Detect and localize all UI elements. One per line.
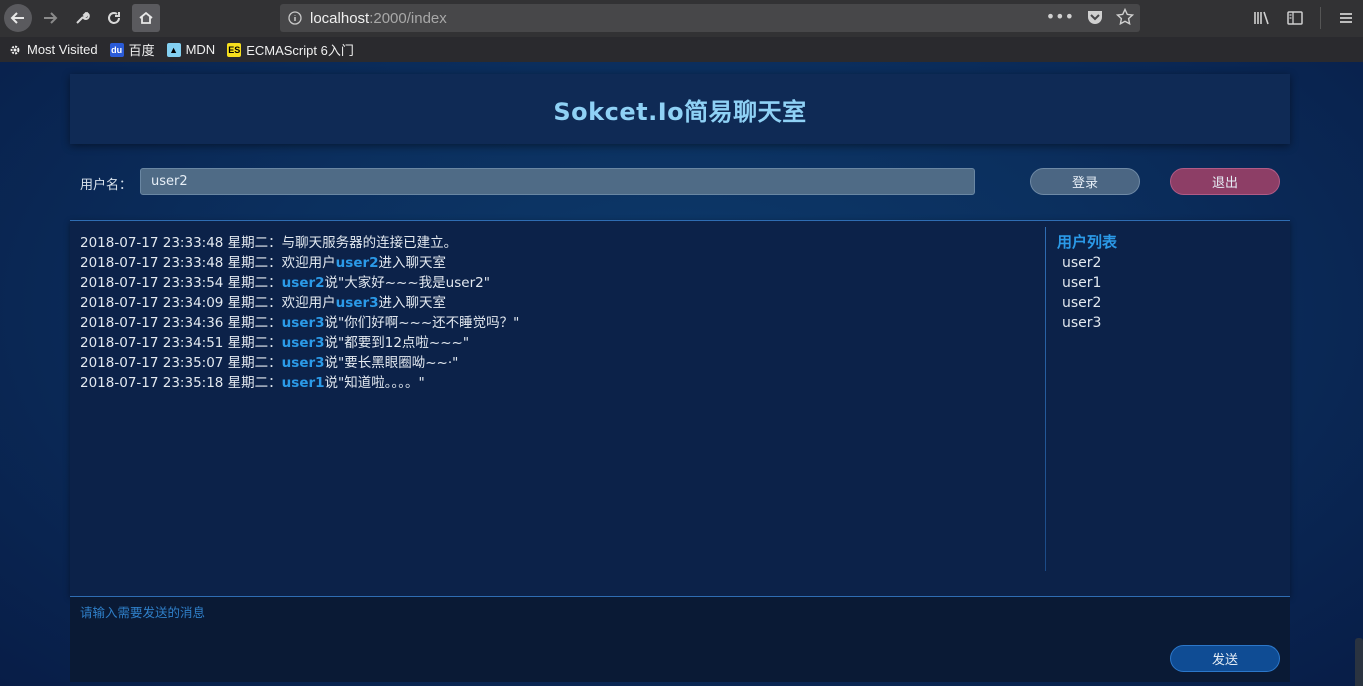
bookmark-label: ECMAScript 6入门 (246, 43, 354, 58)
page-title: Sokcet.Io简易聊天室 (553, 97, 807, 126)
message-row: 2018-07-17 23:33:48 星期二：与聊天服务器的连接已建立。 (80, 233, 1040, 253)
url-bar[interactable]: localhost:2000/index ••• (280, 4, 1140, 32)
message-composer[interactable]: 请输入需要发送的消息 发送 (70, 596, 1290, 682)
message-user: user2 (335, 255, 379, 271)
message-row: 2018-07-17 23:33:48 星期二：欢迎用户user2进入聊天室 (80, 253, 1040, 273)
gear-icon (10, 45, 20, 54)
message-text: 说"都要到12点啦~~~" (324, 335, 470, 351)
bookmark-label: Most Visited (27, 42, 98, 57)
user-list-item: user2 (1062, 295, 1102, 311)
user-list-item: user3 (1062, 315, 1102, 331)
message-time: 2018-07-17 23:34:09 星期二： (80, 295, 282, 311)
message-text: 说"要长黑眼圈呦~~·" (324, 355, 459, 371)
username-value: user2 (151, 174, 188, 189)
panel-divider (1045, 227, 1046, 571)
reload-icon (108, 12, 120, 24)
star-icon[interactable] (1116, 8, 1134, 26)
message-time: 2018-07-17 23:35:18 星期二： (80, 375, 282, 391)
message-prefix: 欢迎用户 (281, 295, 336, 311)
login-button[interactable]: 登录 (1030, 168, 1140, 195)
url-path: :2000/index (369, 9, 447, 27)
chat-page: Sokcet.Io简易聊天室 用户名： user2 登录 退出 2018-07-… (0, 62, 1363, 686)
wrench-icon (76, 11, 90, 24)
arrow-left-icon (10, 12, 24, 24)
logout-button[interactable]: 退出 (1170, 168, 1280, 195)
info-icon[interactable] (280, 11, 310, 25)
url-actions: ••• (1046, 8, 1134, 26)
message-text: 与聊天服务器的连接已建立。 (281, 235, 458, 251)
message-text: 进入聊天室 (378, 295, 447, 311)
home-icon (139, 11, 153, 24)
browser-chrome: localhost:2000/index ••• Most Visited du… (0, 0, 1363, 62)
message-time: 2018-07-17 23:33:48 星期二： (80, 235, 282, 251)
library-icon[interactable] (1252, 9, 1270, 27)
message-time: 2018-07-17 23:33:54 星期二： (80, 275, 282, 291)
back-button[interactable] (4, 4, 32, 32)
message-user: user3 (335, 295, 379, 311)
message-row: 2018-07-17 23:34:36 星期二：user3说"你们好啊~~~还不… (80, 313, 1040, 333)
bookmark-label: 百度 (128, 43, 155, 58)
message-row: 2018-07-17 23:35:18 星期二：user1说"知道啦。。。。" (80, 373, 1040, 393)
user-list-item: user1 (1062, 275, 1102, 291)
message-user: user3 (281, 355, 325, 371)
user-list-title: 用户列表 (1057, 233, 1118, 251)
arrow-right-icon (44, 12, 58, 24)
message-text: 说"你们好啊~~~还不睡觉吗？" (324, 315, 520, 331)
message-user: user3 (281, 335, 325, 351)
reload-button[interactable] (100, 4, 128, 32)
bookmark-baidu[interactable]: du 百度 (109, 40, 155, 59)
message-user: user1 (281, 375, 325, 391)
es-icon: ES (227, 42, 242, 57)
pocket-icon[interactable] (1086, 8, 1104, 26)
message-user: user2 (281, 275, 325, 291)
more-actions-icon[interactable]: ••• (1046, 8, 1074, 26)
message-prefix: 欢迎用户 (281, 255, 336, 271)
message-list: 2018-07-17 23:33:48 星期二：与聊天服务器的连接已建立。 20… (80, 233, 1040, 393)
url-host: localhost (310, 9, 370, 27)
login-row: 用户名： user2 登录 退出 (70, 168, 1290, 196)
user-list: 用户列表 user2 user1 user2 user3 (1057, 233, 1117, 333)
message-time: 2018-07-17 23:34:51 星期二： (80, 335, 282, 351)
username-label: 用户名： (80, 178, 133, 193)
chat-panel: 2018-07-17 23:33:48 星期二：与聊天服务器的连接已建立。 20… (70, 220, 1290, 596)
bookmark-mdn[interactable]: ▲ MDN (166, 42, 216, 57)
browser-toolbar: localhost:2000/index ••• (0, 0, 1363, 37)
menu-icon[interactable] (1337, 9, 1355, 27)
bookmark-es6[interactable]: ES ECMAScript 6入门 (227, 40, 354, 59)
toolbar-separator (1320, 7, 1321, 29)
mdn-icon: ▲ (166, 42, 181, 57)
message-row: 2018-07-17 23:35:07 星期二：user3说"要长黑眼圈呦~~·… (80, 353, 1040, 373)
message-input-placeholder: 请输入需要发送的消息 (80, 605, 206, 620)
message-user: user3 (281, 315, 325, 331)
baidu-icon: du (109, 42, 124, 57)
browser-right-tools (1252, 4, 1355, 32)
bookmark-label: MDN (185, 42, 216, 57)
message-row: 2018-07-17 23:34:09 星期二：欢迎用户user3进入聊天室 (80, 293, 1040, 313)
sidebar-icon[interactable] (1286, 9, 1304, 27)
message-row: 2018-07-17 23:34:51 星期二：user3说"都要到12点啦~~… (80, 333, 1040, 353)
message-time: 2018-07-17 23:34:36 星期二： (80, 315, 282, 331)
user-list-item: user2 (1062, 255, 1102, 271)
page-header: Sokcet.Io简易聊天室 (70, 74, 1290, 144)
message-time: 2018-07-17 23:35:07 星期二： (80, 355, 282, 371)
message-text: 进入聊天室 (378, 255, 447, 271)
bookmark-most-visited[interactable]: Most Visited (8, 42, 98, 57)
username-input[interactable]: user2 (140, 168, 975, 195)
message-row: 2018-07-17 23:33:54 星期二：user2说"大家好~~~我是u… (80, 273, 1040, 293)
wrench-button[interactable] (68, 4, 96, 32)
send-button[interactable]: 发送 (1170, 645, 1280, 672)
home-button[interactable] (132, 4, 160, 32)
scrollbar-thumb[interactable] (1355, 638, 1363, 686)
message-time: 2018-07-17 23:33:48 星期二： (80, 255, 282, 271)
forward-button[interactable] (36, 4, 64, 32)
bookmarks-bar: Most Visited du 百度 ▲ MDN ES ECMAScript 6… (0, 37, 1363, 62)
message-text: 说"大家好~~~我是user2" (324, 275, 490, 291)
message-text: 说"知道啦。。。。" (324, 375, 425, 391)
